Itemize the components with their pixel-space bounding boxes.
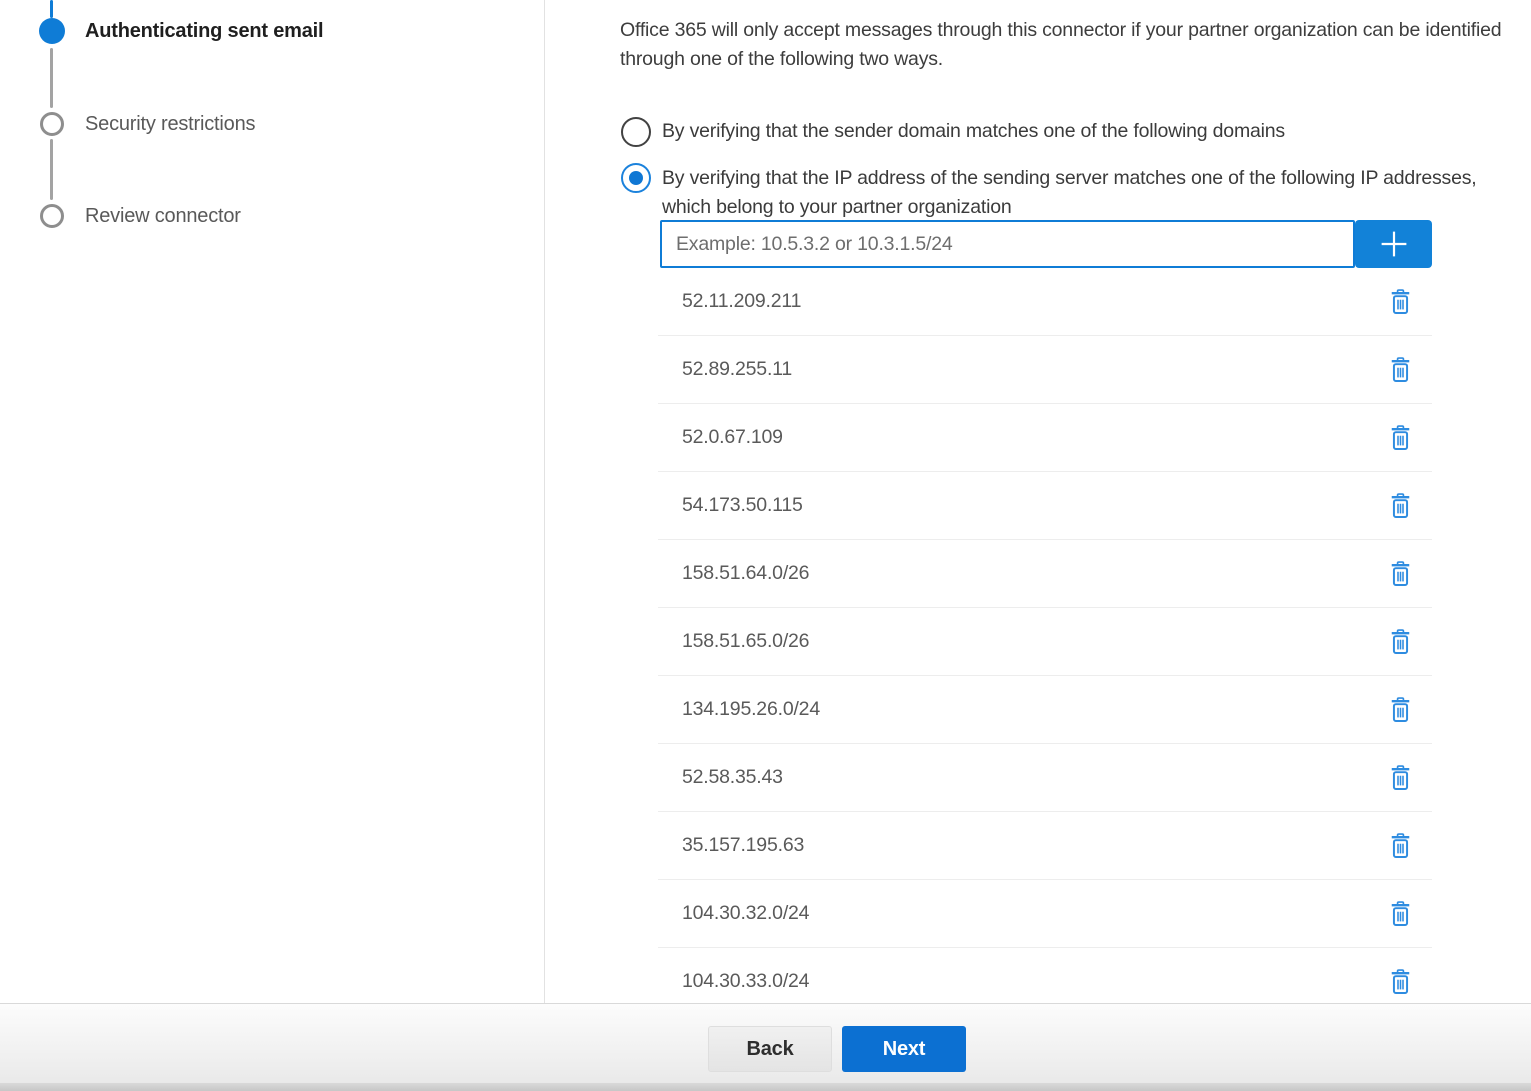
delete-ip-button[interactable] — [1384, 421, 1416, 455]
ip-value: 134.195.26.0/24 — [682, 698, 1384, 721]
step-current-dot — [39, 18, 65, 44]
ip-value: 158.51.64.0/26 — [682, 562, 1384, 585]
radio-verify-ip-address-label[interactable]: By verifying that the IP address of the … — [662, 164, 1512, 222]
trash-icon — [1390, 561, 1411, 586]
ip-list-row: 134.195.26.0/24 — [658, 676, 1432, 744]
delete-ip-button[interactable] — [1384, 353, 1416, 387]
trash-icon — [1390, 289, 1411, 314]
ip-list-row: 158.51.64.0/26 — [658, 540, 1432, 608]
ip-value: 104.30.33.0/24 — [682, 970, 1384, 993]
footer-bar: Back Next — [0, 1003, 1531, 1091]
ip-list: 52.11.209.211 52.89.255.11 — [658, 268, 1432, 1016]
delete-ip-button[interactable] — [1384, 557, 1416, 591]
ip-value: 158.51.65.0/26 — [682, 630, 1384, 653]
radio-verify-sender-domain-label[interactable]: By verifying that the sender domain matc… — [662, 117, 1382, 146]
ip-list-row: 52.58.35.43 — [658, 744, 1432, 812]
ip-list-row: 52.11.209.211 — [658, 268, 1432, 336]
ip-list-row: 104.30.32.0/24 — [658, 880, 1432, 948]
ip-address-input[interactable] — [660, 220, 1355, 268]
wizard-steps-pane: Authenticating sent email Security restr… — [0, 0, 545, 1003]
trash-icon — [1390, 969, 1411, 994]
step-label: Review connector — [85, 202, 241, 230]
delete-ip-button[interactable] — [1384, 965, 1416, 999]
ip-value: 52.89.255.11 — [682, 358, 1384, 381]
delete-ip-button[interactable] — [1384, 693, 1416, 727]
next-button[interactable]: Next — [842, 1026, 966, 1072]
plus-icon — [1372, 222, 1416, 266]
add-ip-button[interactable] — [1355, 220, 1432, 268]
trash-icon — [1390, 901, 1411, 926]
step-upcoming-circle — [40, 112, 64, 136]
step-upcoming-circle — [40, 204, 64, 228]
ip-value: 52.11.209.211 — [682, 290, 1384, 313]
ip-list-row: 52.89.255.11 — [658, 336, 1432, 404]
step-label: Authenticating sent email — [85, 17, 323, 45]
radio-selected-dot — [629, 171, 643, 185]
intro-text: Office 365 will only accept messages thr… — [620, 16, 1531, 73]
step-connector — [50, 48, 53, 108]
ip-value: 35.157.195.63 — [682, 834, 1384, 857]
radio-verify-sender-domain[interactable] — [621, 117, 651, 147]
step-connector-above — [50, 0, 53, 18]
trash-icon — [1390, 425, 1411, 450]
trash-icon — [1390, 629, 1411, 654]
step-connector — [50, 139, 53, 200]
ip-value: 52.58.35.43 — [682, 766, 1384, 789]
ip-list-row: 35.157.195.63 — [658, 812, 1432, 880]
trash-icon — [1390, 697, 1411, 722]
trash-icon — [1390, 493, 1411, 518]
trash-icon — [1390, 833, 1411, 858]
delete-ip-button[interactable] — [1384, 489, 1416, 523]
ip-value: 54.173.50.115 — [682, 494, 1384, 517]
delete-ip-button[interactable] — [1384, 761, 1416, 795]
connector-wizard-screen: Authenticating sent email Security restr… — [0, 0, 1531, 1091]
window-bottom-edge — [0, 1083, 1531, 1091]
delete-ip-button[interactable] — [1384, 285, 1416, 319]
radio-verify-ip-address[interactable] — [621, 163, 651, 193]
trash-icon — [1390, 357, 1411, 382]
ip-list-row: 52.0.67.109 — [658, 404, 1432, 472]
delete-ip-button[interactable] — [1384, 829, 1416, 863]
delete-ip-button[interactable] — [1384, 897, 1416, 931]
ip-value: 52.0.67.109 — [682, 426, 1384, 449]
back-button[interactable]: Back — [708, 1026, 832, 1072]
trash-icon — [1390, 765, 1411, 790]
ip-list-row: 54.173.50.115 — [658, 472, 1432, 540]
step-label: Security restrictions — [85, 110, 255, 138]
ip-list-row: 158.51.65.0/26 — [658, 608, 1432, 676]
ip-value: 104.30.32.0/24 — [682, 902, 1384, 925]
delete-ip-button[interactable] — [1384, 625, 1416, 659]
